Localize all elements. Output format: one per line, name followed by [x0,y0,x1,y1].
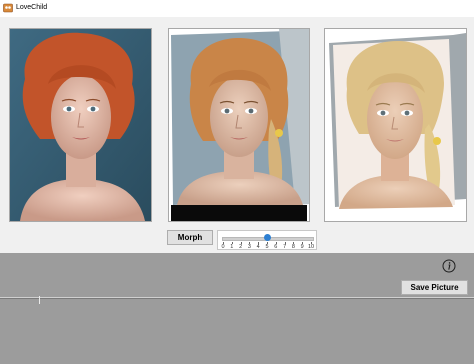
morph-image-frame[interactable] [168,28,310,222]
info-icon[interactable] [442,259,456,273]
slider-thumb[interactable] [263,234,271,241]
left-portrait-image [10,29,151,221]
morph-slider[interactable]: 0 1 2 3 4 5 6 7 8 9 10 [217,230,317,250]
right-portrait-image [325,29,466,221]
left-image-frame[interactable] [9,28,152,222]
right-image-frame[interactable] [324,28,467,222]
app-logo-icon [3,3,13,13]
window-title: LoveChild [16,4,48,11]
morph-portrait-image [169,29,309,221]
title-bar: LoveChild [0,0,474,17]
morph-button[interactable]: Morph [167,230,213,245]
divider-marker [39,296,40,304]
divider-line-shadow [0,298,474,299]
slider-tick-label: 10 [307,244,315,250]
bottom-panel [0,253,474,364]
save-picture-button[interactable]: Save Picture [401,280,468,295]
